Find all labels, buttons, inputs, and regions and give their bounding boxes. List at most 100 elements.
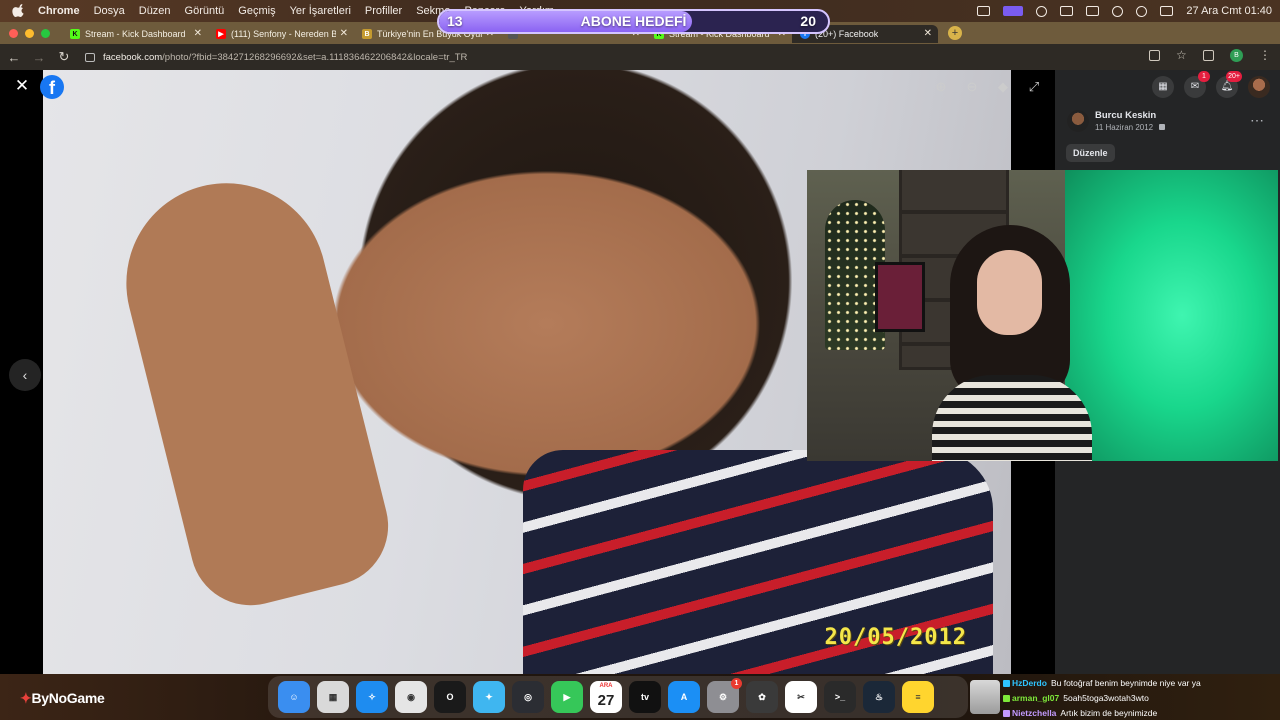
author-avatar[interactable] [1067, 110, 1089, 132]
altstore-icon[interactable]: ✦ [473, 681, 505, 713]
chat-badge-icon [1003, 710, 1010, 717]
menu-history[interactable]: Geçmiş [238, 5, 275, 17]
system-settings-icon[interactable]: ⚙ 1 [707, 678, 742, 713]
chat-text: 5oah5toga3wotah3wto [1063, 693, 1149, 703]
streamer-sweater [932, 375, 1092, 461]
menu-app-name[interactable]: Chrome [38, 5, 80, 17]
menu-edit[interactable]: Düzen [139, 5, 171, 17]
dock-group-2: tv A ⚙ 1 ✿ ✂ >_ ♨ ≡ [629, 678, 934, 713]
safari-icon[interactable]: ✧ [356, 681, 388, 713]
photo-subject-arm [105, 162, 401, 618]
tab-kick-dashboard[interactable]: K Stream - Kick Dashboard ✕ [62, 25, 208, 43]
wifi-icon[interactable] [1112, 5, 1124, 17]
tab-youtube[interactable]: ▶ (111) Senfony - Nereden Bilece ✕ [208, 25, 354, 43]
obs-icon[interactable]: ◎ [512, 681, 544, 713]
chat-message: HzDerdo Bu fotoğraf benim beynimde niye v… [1003, 676, 1278, 691]
close-tab-icon[interactable]: ✕ [340, 28, 348, 39]
finder-icon[interactable]: ☺ [278, 681, 310, 713]
chrome-icon[interactable]: ◉ [395, 681, 427, 713]
account-avatar[interactable] [1248, 76, 1270, 98]
steam-icon[interactable]: ♨ [863, 681, 895, 713]
privacy-lock-icon[interactable] [1159, 124, 1166, 130]
play-icon[interactable] [1036, 5, 1048, 17]
notes-icon[interactable]: ≡ [902, 681, 934, 713]
settings-update-badge: 1 [731, 678, 742, 689]
calendar-month: ARA [599, 683, 613, 689]
toolbar-actions: ☆ B ⋮ [1149, 49, 1271, 62]
appstore-icon[interactable]: A [668, 681, 700, 713]
messenger-badge: 1 [1198, 71, 1210, 82]
display-icon[interactable] [1060, 6, 1074, 16]
fullscreen-icon[interactable]: ⤢ [1027, 80, 1041, 94]
address-bar[interactable]: facebook.com/photo/?fbid=384271268296692… [85, 52, 467, 63]
close-tab-icon[interactable]: ✕ [924, 28, 932, 39]
chat-message: arman_gl07 5oah5toga3wotah3wto [1003, 691, 1278, 706]
post-options-icon[interactable]: ⋯ [1250, 112, 1264, 129]
notifications-bell-icon[interactable]: 🔔︎ 20+ [1216, 71, 1242, 98]
profile-avatar[interactable]: B [1230, 49, 1243, 62]
cast-icon[interactable] [1149, 50, 1160, 61]
menu-file[interactable]: Dosya [94, 5, 125, 17]
zoom-out-icon[interactable]: ⊖ [965, 80, 979, 94]
chat-username[interactable]: arman_gl07 [1012, 691, 1059, 706]
menu-clock[interactable]: 27 Ara Cmt 01:40 [1186, 5, 1272, 17]
control-center-icon[interactable] [1160, 6, 1174, 16]
menu-bookmarks[interactable]: Yer İşaretleri [290, 5, 351, 17]
extensions-icon[interactable] [1203, 50, 1214, 61]
battery-icon[interactable] [1086, 6, 1100, 16]
trash-icon[interactable] [970, 680, 1000, 714]
fl-studio-icon[interactable]: ✿ [746, 681, 778, 713]
capcut-icon[interactable]: ✂ [785, 681, 817, 713]
menu-grid-icon[interactable]: ▦ [1152, 76, 1174, 98]
new-tab-button[interactable]: + [948, 26, 962, 40]
forward-arrow-icon[interactable]: → [28, 50, 50, 65]
recording-icon[interactable] [1003, 6, 1024, 16]
dock-group-1: ☺ ▦ ✧ ◉ O ✦ ◎ ▶ [278, 681, 583, 713]
bynogame-logo: ✦ByNoGame [20, 690, 105, 706]
calendar-day: 27 [597, 691, 615, 709]
url-path: /photo/?fbid=384271268296692&set=a.11183… [162, 51, 468, 63]
messenger-icon[interactable]: ✉ 1 [1184, 71, 1210, 98]
bottom-bar: ✦ByNoGame ☺ ▦ ✧ ◉ O ✦ ◎ ▶ ARA 27 tv A ⚙ 1 ✿ ✂ >_ ♨ ≡ Hz… [0, 674, 1280, 720]
bookmark-star-icon[interactable]: ☆ [1176, 49, 1187, 61]
edit-button[interactable]: Düzenle [1066, 144, 1115, 162]
zoom-in-icon[interactable]: ⊕ [934, 80, 948, 94]
menu-view[interactable]: Görüntü [185, 5, 225, 17]
reload-icon[interactable]: ↻ [53, 49, 75, 65]
minimize-window-button[interactable] [25, 28, 34, 38]
close-tab-icon[interactable]: ✕ [194, 28, 202, 39]
url-host: facebook.com [103, 51, 163, 63]
close-viewer-icon[interactable]: ✕ [14, 77, 30, 94]
launchpad-icon[interactable]: ▦ [317, 681, 349, 713]
appletv-icon[interactable]: tv [629, 681, 661, 713]
close-window-button[interactable] [9, 28, 18, 38]
site-info-icon[interactable] [85, 52, 95, 62]
previous-photo-button[interactable]: ‹ [9, 359, 41, 391]
apple-icon[interactable] [12, 4, 26, 18]
streamer-face [977, 250, 1042, 335]
notifications-badge: 20+ [1226, 71, 1242, 82]
screen: Chrome Dosya Düzen Görüntü Geçmiş Yer İş… [0, 0, 1280, 720]
brand-name: ByNoGame [31, 690, 105, 706]
chat-message: Nietzchella Artık bizim de beynimizde [1003, 706, 1278, 720]
menu-profiles[interactable]: Profiller [365, 5, 402, 17]
screen-share-icon[interactable] [977, 6, 991, 16]
more-menu-icon[interactable]: ⋮ [1259, 49, 1271, 61]
tag-icon[interactable]: ◆ [996, 80, 1010, 94]
chat-username[interactable]: Nietzchella [1012, 706, 1056, 720]
stream-chat: HzDerdo Bu fotoğraf benim beynimde niye v… [1003, 676, 1278, 720]
goal-target: 20 [800, 13, 816, 29]
facetime-icon[interactable]: ▶ [551, 681, 583, 713]
post-date[interactable]: 11 Haziran 2012 [1095, 123, 1153, 132]
opera-icon[interactable]: O [434, 681, 466, 713]
goal-title: ABONE HEDEFİ [580, 13, 687, 29]
terminal-icon[interactable]: >_ [824, 681, 856, 713]
calendar-icon[interactable]: ARA 27 [590, 681, 622, 713]
maximize-window-button[interactable] [41, 28, 50, 38]
author-name[interactable]: Burcu Keskin [1095, 110, 1165, 121]
back-arrow-icon[interactable]: ← [3, 50, 25, 65]
spotlight-search-icon[interactable] [1136, 5, 1148, 17]
chat-username[interactable]: HzDerdo [1012, 676, 1047, 691]
facebook-logo-icon[interactable]: f [40, 75, 64, 99]
room-monitor [875, 262, 925, 332]
